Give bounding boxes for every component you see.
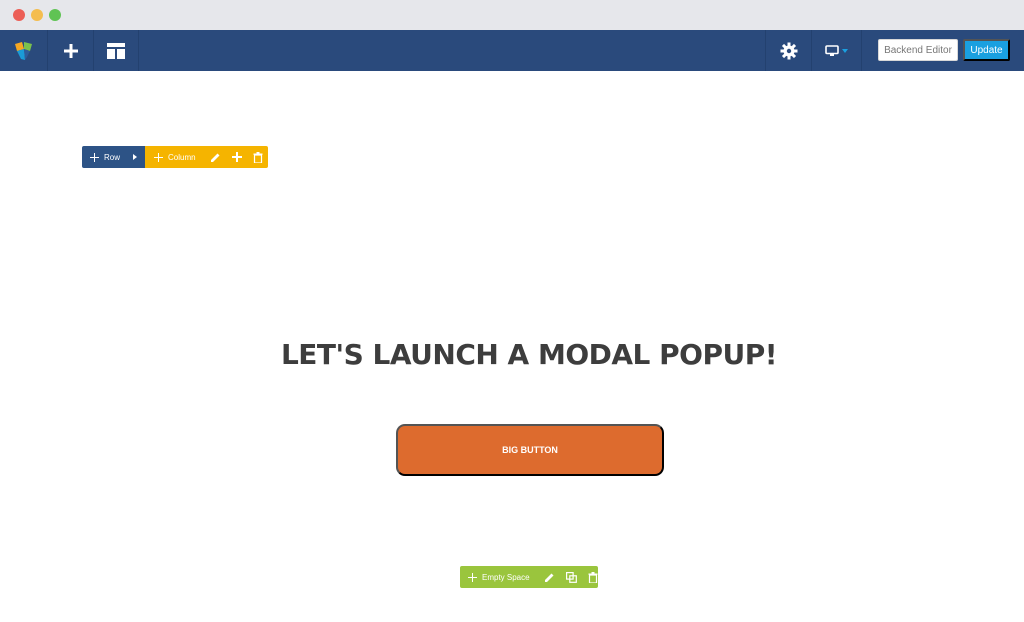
trash-icon[interactable] [253,151,263,163]
clone-icon[interactable] [565,571,577,583]
gear-icon [780,42,797,59]
move-icon[interactable] [153,152,163,162]
plus-icon[interactable] [231,152,242,162]
column-label: Column [168,152,196,162]
window-close-button[interactable] [13,9,25,21]
templates-button[interactable] [94,30,139,71]
caret-right-icon[interactable] [133,154,137,160]
responsive-preview-button[interactable] [811,30,862,71]
backend-editor-button[interactable]: Backend Editor [878,39,958,61]
plus-icon [63,43,78,58]
update-button[interactable]: Update [963,39,1010,61]
move-icon[interactable] [467,572,477,582]
editor-toolbar [0,30,1024,71]
window-titlebar [0,0,1024,30]
add-element-button[interactable] [48,30,94,71]
row-controls[interactable]: Row [82,146,145,168]
window-maximize-button[interactable] [49,9,61,21]
brand-logo-icon[interactable] [0,30,48,71]
page-settings-button[interactable] [765,30,811,71]
monitor-icon [825,44,839,56]
row-label: Row [104,152,121,162]
window-minimize-button[interactable] [31,9,43,21]
empty-space-label: Empty Space [482,572,530,582]
column-controls[interactable]: Column [145,146,268,168]
trash-icon[interactable] [588,571,598,583]
move-icon[interactable] [89,152,99,162]
pencil-icon[interactable] [544,572,555,583]
big-button[interactable]: BIG BUTTON [396,424,664,476]
page-heading: LET'S LAUNCH A MODAL POPUP! [280,338,778,371]
layout-icon [107,42,125,59]
pencil-icon[interactable] [210,152,221,163]
empty-space-controls[interactable]: Empty Space [460,566,598,588]
caret-down-icon [842,48,848,53]
